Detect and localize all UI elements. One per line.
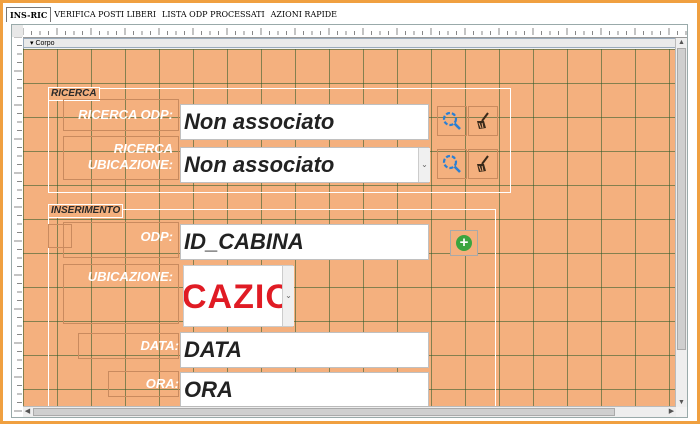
vertical-scrollbar[interactable]: ▲ ▼	[675, 38, 687, 407]
horizontal-ruler	[23, 25, 687, 38]
tab-verifica-posti-liberi[interactable]: VERIFICA POSTI LIBERI	[51, 8, 159, 22]
odp-input[interactable]: ID_CABINA	[180, 224, 429, 260]
inserimento-group-label: INSERIMENTO	[48, 204, 124, 218]
form-designer: ▾ Corpo RICERCA RICERCA ODP: Non associa…	[11, 24, 688, 418]
broom-clear-icon	[477, 155, 489, 172]
tab-bar: INS-RIC VERIFICA POSTI LIBERI LISTA ODP …	[6, 7, 340, 22]
broom-clear-icon	[477, 112, 489, 129]
ricerca-odp-search-button[interactable]	[437, 106, 467, 136]
add-button[interactable]: +	[450, 230, 478, 256]
odp-label: ODP:	[140, 229, 174, 244]
ricerca-ubicazione-clear-button[interactable]	[468, 149, 498, 179]
search-icon	[442, 111, 461, 130]
data-label: DATA:	[140, 338, 179, 353]
ubicazione-dropdown-arrow[interactable]: ⌄	[282, 266, 294, 326]
ricerca-odp-input[interactable]: Non associato	[180, 104, 429, 140]
detail-section: RICERCA RICERCA ODP: Non associato RICER…	[23, 49, 676, 407]
scroll-down-arrow[interactable]: ▼	[677, 398, 686, 407]
data-input[interactable]: DATA	[180, 332, 429, 368]
ricerca-ubicazione-search-button[interactable]	[437, 149, 467, 179]
ricerca-ubicazione-dropdown-arrow[interactable]: ⌄	[418, 148, 430, 182]
horizontal-scrollbar[interactable]: ◀ ▶	[23, 406, 676, 417]
vertical-scroll-thumb[interactable]	[677, 48, 686, 350]
tab-azioni-rapide[interactable]: AZIONI RAPIDE	[268, 8, 340, 22]
ricerca-ubicazione-label: RICERCA UBICAZIONE:	[87, 141, 173, 172]
ubicazione-label: UBICAZIONE:	[87, 269, 173, 284]
ricerca-odp-clear-button[interactable]	[468, 106, 498, 136]
scroll-left-arrow[interactable]: ◀	[23, 407, 32, 416]
ubicazione-combo[interactable]: CAZIO	[183, 265, 293, 327]
add-plus-icon: +	[456, 235, 472, 251]
ora-label: ORA:	[145, 376, 179, 391]
ora-input[interactable]: ORA	[180, 372, 429, 407]
ubicazione-value: CAZIO	[183, 278, 293, 316]
ricerca-odp-label: RICERCA ODP:	[78, 107, 173, 122]
scroll-up-arrow[interactable]: ▲	[677, 38, 686, 47]
tab-ins-ric[interactable]: INS-RIC	[6, 7, 52, 22]
scroll-right-arrow[interactable]: ▶	[667, 407, 676, 416]
search-icon	[442, 154, 461, 173]
tab-lista-odp-processati[interactable]: LISTA ODP PROCESSATI	[159, 8, 268, 22]
section-header-corpo[interactable]: ▾ Corpo	[23, 38, 681, 48]
ricerca-ubicazione-combo[interactable]: Non associato	[180, 147, 429, 183]
horizontal-scroll-thumb[interactable]	[33, 408, 615, 416]
section-label: Corpo	[35, 40, 55, 47]
